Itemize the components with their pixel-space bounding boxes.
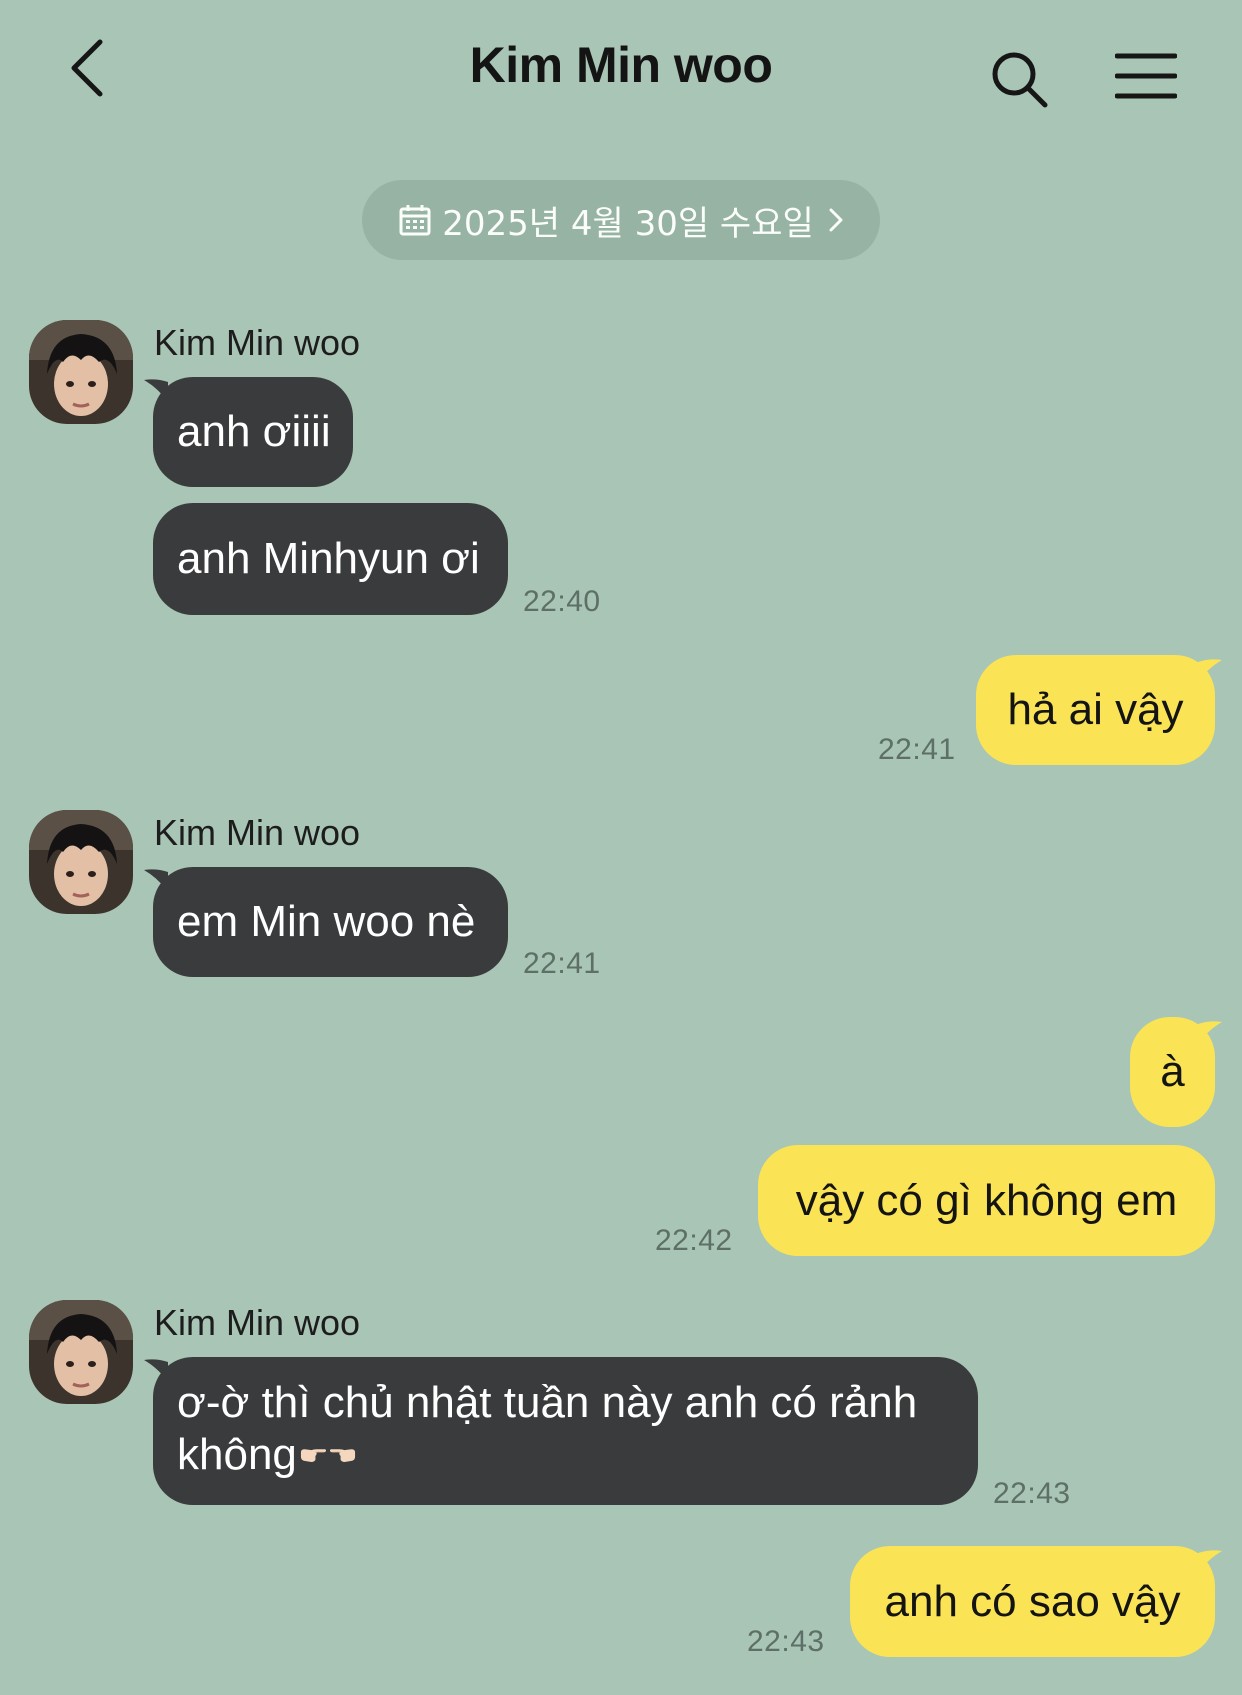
message-bubble[interactable]: em Min woo nè: [153, 867, 508, 977]
calendar-icon: [399, 205, 431, 236]
message-text-line2: không: [177, 1430, 297, 1479]
message-bubble[interactable]: ơ-ờ thì chủ nhật tuần này anh có rảnh kh…: [153, 1357, 978, 1505]
search-icon: [992, 52, 1048, 108]
message-bubble[interactable]: vậy có gì không em: [758, 1145, 1215, 1256]
bubble-tail: [1198, 1550, 1222, 1573]
message-timestamp: 22:42: [655, 1224, 733, 1257]
bubble-tail: [1198, 659, 1222, 682]
message-timestamp: 22:41: [523, 947, 601, 980]
message-text: à: [1160, 1047, 1185, 1096]
message-bubble[interactable]: hả ai vậy: [976, 655, 1215, 765]
message-text: anh ơiiii: [177, 407, 331, 456]
message-timestamp: 22:43: [747, 1625, 825, 1658]
pointing-fingers-emoji: [300, 1449, 355, 1463]
sender-name: Kim Min woo: [154, 812, 361, 853]
sender-name: Kim Min woo: [154, 1302, 361, 1343]
sender-name: Kim Min woo: [154, 322, 361, 363]
date-divider[interactable]: 2025년 4월 30일 수요일: [362, 180, 880, 260]
menu-button[interactable]: [1114, 52, 1178, 100]
bubble-tail: [1198, 1021, 1222, 1044]
date-label: 2025년 4월 30일 수요일: [442, 203, 814, 244]
chat-title: Kim Min woo: [469, 37, 773, 93]
message-bubble[interactable]: anh ơiiii: [153, 377, 353, 487]
message-text: vậy có gì không em: [795, 1175, 1178, 1225]
avatar[interactable]: [29, 810, 133, 914]
search-button[interactable]: [990, 50, 1050, 110]
message-bubble[interactable]: anh có sao vậy: [850, 1546, 1215, 1657]
hamburger-menu-icon: [1114, 53, 1178, 99]
chevron-right-icon: [829, 208, 843, 232]
message-text: em Min woo nè: [177, 897, 476, 946]
message-text: hả ai vậy: [1007, 685, 1184, 734]
message-timestamp: 22:43: [993, 1477, 1071, 1510]
message-text: ơ-ờ thì chủ nhật tuần này anh có rảnh: [177, 1378, 918, 1427]
avatar[interactable]: [29, 1300, 133, 1404]
message-text-line2-wrap: không: [177, 1429, 357, 1481]
message-bubble[interactable]: anh Minhyun ơi: [153, 503, 508, 615]
avatar[interactable]: [29, 320, 133, 424]
message-text: anh Minhyun ơi: [177, 534, 480, 583]
message-text: anh có sao vậy: [884, 1576, 1181, 1626]
message-timestamp: 22:41: [878, 733, 956, 766]
message-timestamp: 22:40: [523, 585, 601, 618]
